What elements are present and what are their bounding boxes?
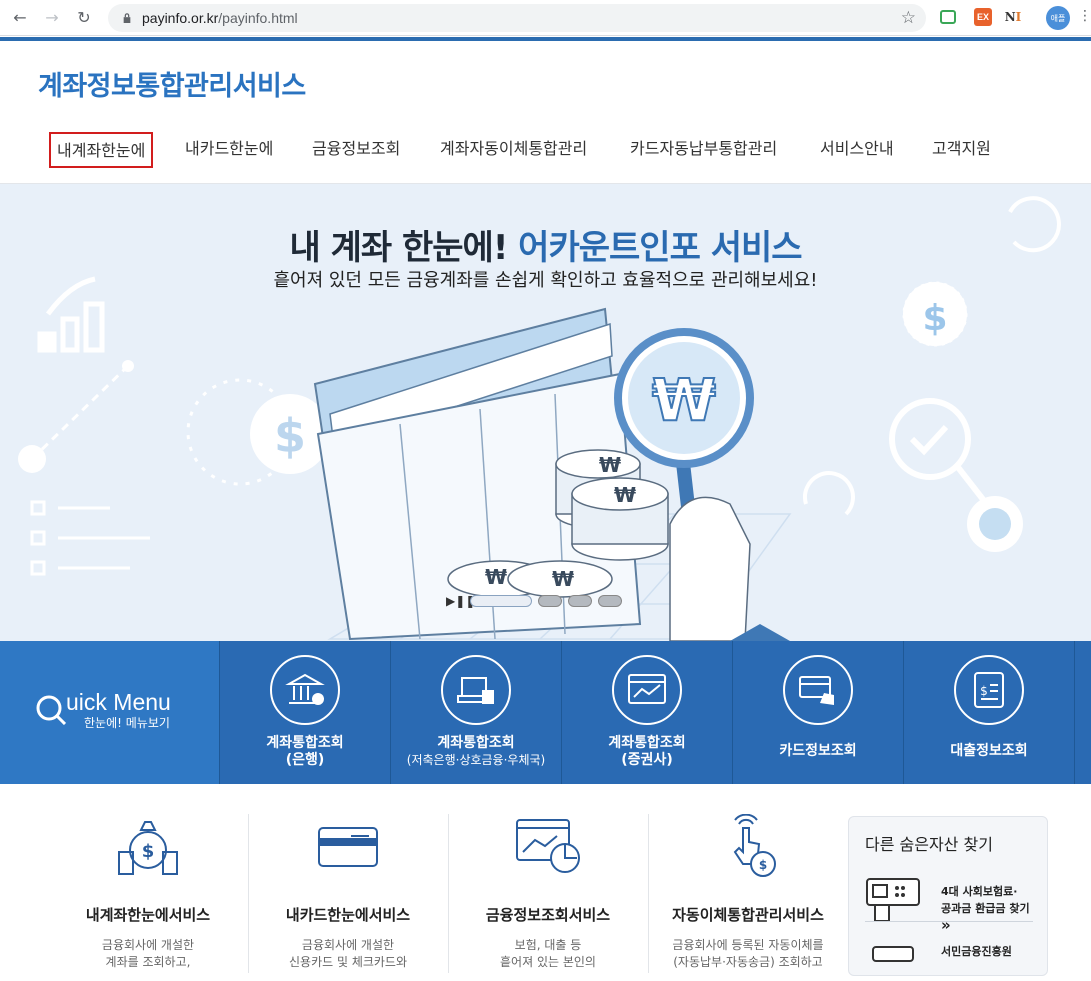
svg-text:₩: ₩ (552, 567, 574, 591)
svg-text:₩: ₩ (599, 453, 621, 477)
hero-title: 내 계좌 한눈에! 어카운트인포 서비스 (289, 228, 802, 268)
profile-avatar[interactable]: 애플 (1046, 6, 1070, 30)
side-item-text: 서민금융진흥원 (941, 945, 1012, 958)
svg-text:₩: ₩ (652, 366, 716, 434)
svg-text:$: $ (922, 298, 947, 339)
nav-customer-support[interactable]: 고객지원 (932, 132, 991, 168)
nav-my-cards[interactable]: 내카드한눈에 (185, 132, 273, 168)
service-description: 보험, 대출 등 흩어져 있는 본인의 (500, 938, 596, 969)
loan-document-icon: $ (954, 655, 1024, 725)
reload-icon[interactable]: ↻ (72, 6, 96, 30)
site-logo[interactable]: 계좌정보통합관리서비스 (38, 64, 306, 103)
quick-label: 계좌통합조회 (저축은행·상호금융·우체국) (406, 735, 546, 767)
social-insurance-refund-link[interactable]: 4대 사회보험료· 공과금 환급금 찾기» (865, 877, 1035, 934)
quick-label: 계좌통합조회 (증권사) (608, 735, 686, 768)
service-title: 내카드한눈에서비스 (285, 906, 411, 924)
back-icon[interactable]: ← (8, 6, 32, 30)
quick-loan-info[interactable]: $ 대출정보조회 (904, 641, 1075, 784)
play-pause-icon[interactable]: ▶❚❚ (446, 594, 475, 608)
nav-financial-info[interactable]: 금융정보조회 (312, 132, 400, 168)
magnifier-icon (36, 695, 66, 725)
address-bar[interactable]: payinfo.or.kr/payinfo.html ☆ (108, 4, 926, 32)
site-top-bar (0, 37, 1091, 41)
nav-my-accounts[interactable]: 내계좌한눈에 (49, 132, 154, 168)
hero-subtitle: 흩어져 있던 모든 금융계좌를 손쉽게 확인하고 효율적으로 관리해보세요! (273, 270, 818, 291)
service-description: 금융회사에 개설한 신용카드 및 체크카드와 (288, 938, 408, 969)
quick-securities-accounts[interactable]: 계좌통합조회 (증권사) (562, 641, 733, 784)
extension-tv-icon[interactable] (940, 10, 956, 24)
quick-label: 계좌통합조회 (은행) (266, 735, 344, 768)
slide-indicator-4[interactable] (598, 595, 622, 607)
quick-menu-heading: uick Menu (66, 689, 171, 715)
slide-indicator-3[interactable] (568, 595, 592, 607)
svg-text:$: $ (274, 409, 306, 463)
bookmark-star-icon[interactable]: ☆ (901, 8, 916, 28)
service-list: $ 내계좌한눈에서비스 금융회사에 개설한 계좌를 조회하고, 내카드한눈에서비스… (0, 784, 1091, 976)
service-title: 자동이체통합관리서비스 (672, 906, 824, 924)
analytics-monitor-icon (516, 819, 580, 873)
service-autopay[interactable]: $ 자동이체통합관리서비스 금융회사에 등록된 자동이체를 (자동납부·자동송금)… (648, 813, 848, 971)
quick-menu: uick Menu 한눈에! 메뉴보기 계좌통합조회 (은행) 계좌통합조회 (저축… (0, 641, 1091, 784)
hidden-assets-box: 다른 숨은자산 찾기 4대 사회보험료· 공과금 환급금 찾기» 서민금융진흥원 (848, 816, 1048, 976)
microfinance-link[interactable]: 서민금융진흥원 (865, 933, 1035, 981)
service-title: 내계좌한눈에서비스 (85, 906, 211, 924)
touch-coin-icon: $ (733, 813, 776, 877)
lock-icon (123, 13, 131, 23)
quick-bank-accounts[interactable]: 계좌통합조회 (은행) (220, 641, 391, 784)
forward-icon[interactable]: → (40, 6, 64, 30)
slider-controls: ▶❚❚ (446, 594, 622, 608)
nav-service-guide[interactable]: 서비스안내 (820, 132, 894, 168)
savings-building-icon (441, 655, 511, 725)
quick-menu-filler (1075, 641, 1091, 784)
card-hand-icon (783, 655, 853, 725)
quick-menu-title: uick Menu 한눈에! 메뉴보기 (0, 641, 220, 784)
nav-account-autopay[interactable]: 계좌자동이체통합관리 (440, 132, 587, 168)
service-financial-info[interactable]: 금융정보조회서비스 보험, 대출 등 흩어져 있는 본인의 (448, 814, 648, 971)
side-divider (865, 921, 1033, 922)
url-text: payinfo.or.kr/payinfo.html (142, 10, 298, 26)
quick-card-info[interactable]: 카드정보조회 (733, 641, 904, 784)
hero-banner: $ $ ₩ ₩ ₩ ₩ ₩ 내 계좌 한눈에! 어카운트인포 서비스 흩어져 있… (0, 184, 1091, 641)
credit-card-icon (318, 827, 378, 867)
svg-text:$: $ (980, 684, 988, 698)
double-chevron-icon: » (941, 916, 951, 934)
nav-card-autopay[interactable]: 카드자동납부통합관리 (630, 132, 777, 168)
quick-label: 카드정보조회 (779, 743, 857, 759)
side-item-text: 4대 사회보험료· 공과금 환급금 찾기» (941, 885, 1030, 934)
money-bag-icon: $ (118, 821, 178, 875)
svg-text:$: $ (759, 858, 767, 872)
main-navigation: 내계좌한눈에 내카드한눈에 금융정보조회 계좌자동이체통합관리 카드자동납부통합… (0, 132, 1091, 170)
institution-icon (872, 946, 914, 962)
service-my-cards[interactable]: 내카드한눈에서비스 금융회사에 개설한 신용카드 및 체크카드와 (248, 814, 448, 971)
slide-indicator-2[interactable] (538, 595, 562, 607)
service-description: 금융회사에 개설한 계좌를 조회하고, (101, 938, 195, 969)
hidden-assets-title: 다른 숨은자산 찾기 (865, 835, 993, 854)
bank-icon (270, 655, 340, 725)
service-title: 금융정보조회서비스 (485, 906, 611, 924)
quick-label: 대출정보조회 (950, 743, 1028, 759)
extension-ex-icon[interactable]: EX (974, 8, 992, 26)
slide-indicator-1[interactable] (470, 595, 532, 607)
quick-menu-subheading: 한눈에! 메뉴보기 (84, 716, 170, 730)
service-description: 금융회사에 등록된 자동이체를 (자동납부·자동송금) 조회하고 (672, 938, 824, 969)
browser-menu-icon[interactable]: ⋮ (1078, 8, 1091, 24)
extension-n-icon[interactable]: NI (1004, 8, 1022, 26)
svg-text:₩: ₩ (485, 565, 507, 589)
browser-toolbar: ← → ↻ payinfo.or.kr/payinfo.html ☆ EX NI… (0, 0, 1091, 36)
atm-icon (866, 878, 920, 922)
stock-chart-icon (612, 655, 682, 725)
quick-savings-accounts[interactable]: 계좌통합조회 (저축은행·상호금융·우체국) (391, 641, 562, 784)
svg-text:$: $ (142, 841, 155, 862)
service-my-accounts[interactable]: $ 내계좌한눈에서비스 금융회사에 개설한 계좌를 조회하고, (48, 814, 248, 971)
svg-text:₩: ₩ (614, 483, 636, 507)
